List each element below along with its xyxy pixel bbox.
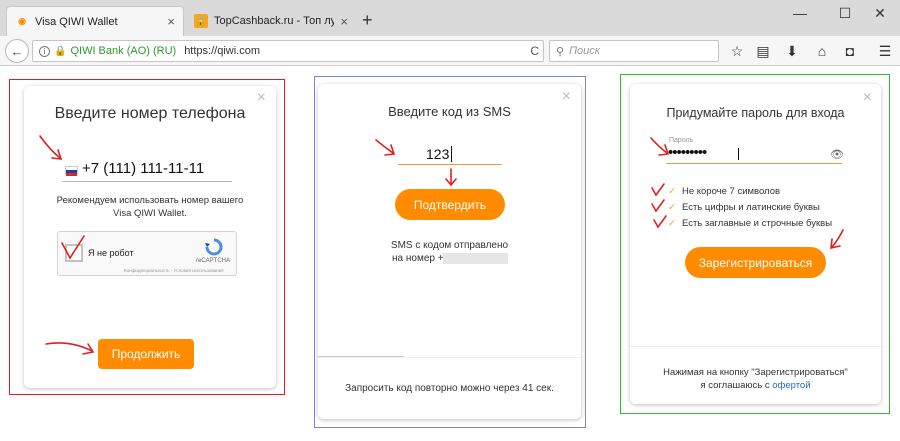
arrow-to-code: [375, 139, 394, 154]
rule-check-annotation: [651, 199, 665, 213]
arrow-to-phone: [39, 135, 61, 159]
arrow-to-register: [831, 229, 844, 248]
rule-check-annotation: [653, 215, 667, 229]
rule-check-annotation: [651, 183, 665, 197]
arrow-to-continue: [45, 342, 93, 352]
captcha-check-annotation: [61, 235, 85, 260]
annotation-arrows: [39, 135, 844, 355]
